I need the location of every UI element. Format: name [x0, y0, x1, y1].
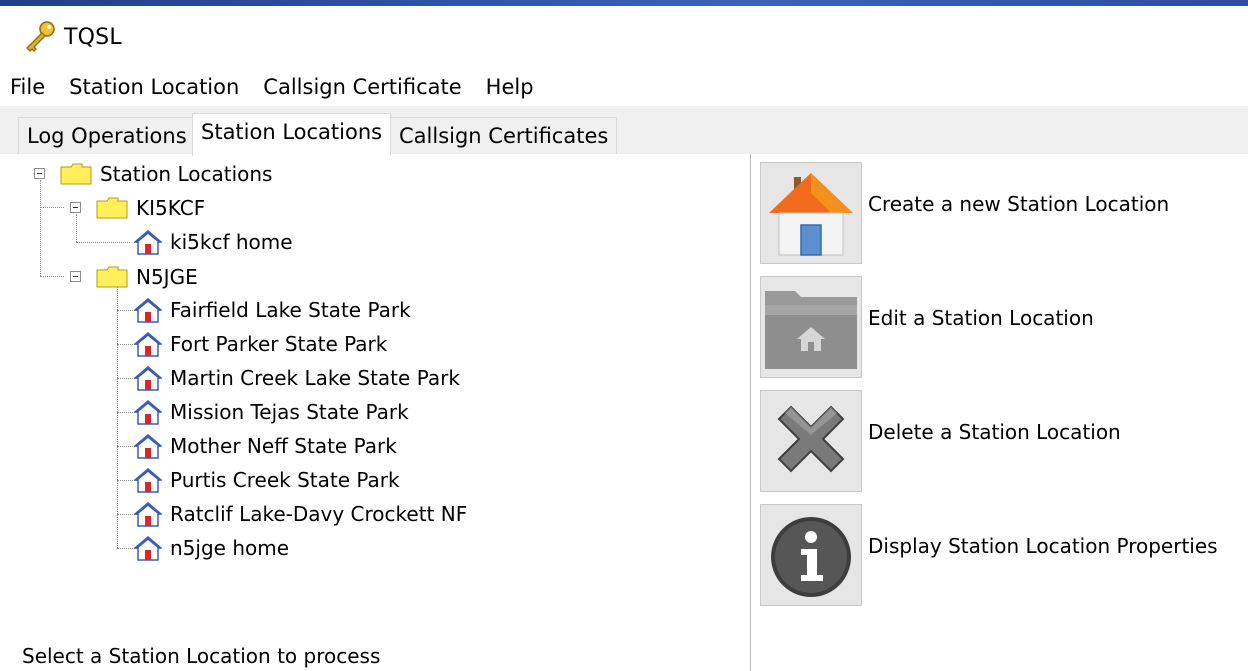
delete-station-location-button[interactable]: [760, 390, 862, 492]
house-icon: [134, 468, 162, 493]
tree-item[interactable]: Mother Neff State Park: [134, 429, 397, 463]
key-icon: [26, 21, 55, 52]
tree-item-label: Mother Neff State Park: [170, 434, 397, 458]
house-icon: [134, 298, 162, 323]
tree-item-label: Mission Tejas State Park: [170, 400, 409, 424]
tree-item-label: Fort Parker State Park: [170, 332, 388, 356]
status-text: Select a Station Location to process: [22, 644, 381, 668]
title-bar: TQSL: [0, 6, 1248, 68]
display-station-location-properties-button[interactable]: [760, 504, 862, 606]
house-icon: [134, 434, 162, 459]
expand-toggle-ki5kcf[interactable]: [70, 202, 81, 213]
tree-item[interactable]: Fairfield Lake State Park: [134, 293, 411, 327]
menu-bar: File Station Location Callsign Certifica…: [0, 68, 1248, 110]
tree-item-label: Martin Creek Lake State Park: [170, 366, 460, 390]
tree-item[interactable]: ki5kcf home: [134, 225, 293, 259]
folder-house-icon: [765, 291, 857, 369]
tree-item-label: n5jge home: [170, 536, 290, 560]
tree-item[interactable]: Mission Tejas State Park: [134, 395, 409, 429]
tab-station-locations[interactable]: Station Locations: [192, 113, 392, 156]
tab-bar: Log Operations Station Locations Callsig…: [0, 110, 1248, 156]
tree-item-label: ki5kcf home: [170, 230, 293, 254]
create-station-location-button[interactable]: [760, 162, 862, 264]
menu-help[interactable]: Help: [476, 68, 548, 106]
tab-log-operations[interactable]: Log Operations: [18, 117, 196, 154]
house-icon: [134, 536, 162, 561]
edit-station-location-button[interactable]: [760, 276, 862, 378]
tab-callsign-certificates[interactable]: Callsign Certificates: [390, 117, 618, 154]
house-icon: [134, 230, 162, 255]
menu-file[interactable]: File: [0, 68, 59, 106]
tree-root[interactable]: Station Locations: [60, 157, 272, 191]
tree-group-n5jge[interactable]: N5JGE: [96, 260, 198, 294]
folder-icon: [96, 197, 128, 219]
tree-item-label: Ratclif Lake-Davy Crockett NF: [170, 502, 468, 526]
tab-content: Station Locations KI5KCF ki5kcf home N5J…: [0, 154, 1248, 671]
menu-callsign-certificate[interactable]: Callsign Certificate: [253, 68, 475, 106]
tree-item[interactable]: Ratclif Lake-Davy Crockett NF: [134, 497, 467, 531]
delete-x-icon: [777, 405, 845, 473]
station-location-tree[interactable]: Station Locations KI5KCF ki5kcf home N5J…: [0, 154, 750, 671]
tree-item[interactable]: n5jge home: [134, 531, 289, 565]
folder-icon: [96, 266, 128, 288]
tree-item-label: Fairfield Lake State Park: [170, 298, 411, 322]
tree-group-ki5kcf[interactable]: KI5KCF: [96, 191, 205, 225]
expand-toggle-n5jge[interactable]: [70, 271, 81, 282]
info-icon: [771, 517, 851, 597]
house-add-icon: [769, 173, 853, 256]
house-icon: [134, 400, 162, 425]
action-panel: Create a new Station Location Edit a Sta…: [751, 154, 1248, 671]
tree-group-label: N5JGE: [136, 265, 198, 289]
menu-station-location[interactable]: Station Location: [59, 68, 253, 106]
house-icon: [134, 332, 162, 357]
edit-station-location-label: Edit a Station Location: [868, 306, 1094, 330]
tree-item[interactable]: Fort Parker State Park: [134, 327, 387, 361]
house-icon: [134, 502, 162, 527]
tree-group-label: KI5KCF: [136, 196, 206, 220]
display-station-location-properties-label: Display Station Location Properties: [868, 534, 1218, 558]
folder-icon: [60, 163, 92, 185]
create-station-location-label: Create a new Station Location: [868, 192, 1170, 216]
delete-station-location-label: Delete a Station Location: [868, 420, 1121, 444]
tree-item[interactable]: Purtis Creek State Park: [134, 463, 400, 497]
window-title: TQSL: [64, 24, 122, 50]
tree-item[interactable]: Martin Creek Lake State Park: [134, 361, 460, 395]
tree-root-label: Station Locations: [100, 162, 273, 186]
tree-item-label: Purtis Creek State Park: [170, 468, 400, 492]
expand-toggle-root[interactable]: [34, 168, 45, 179]
house-icon: [134, 366, 162, 391]
